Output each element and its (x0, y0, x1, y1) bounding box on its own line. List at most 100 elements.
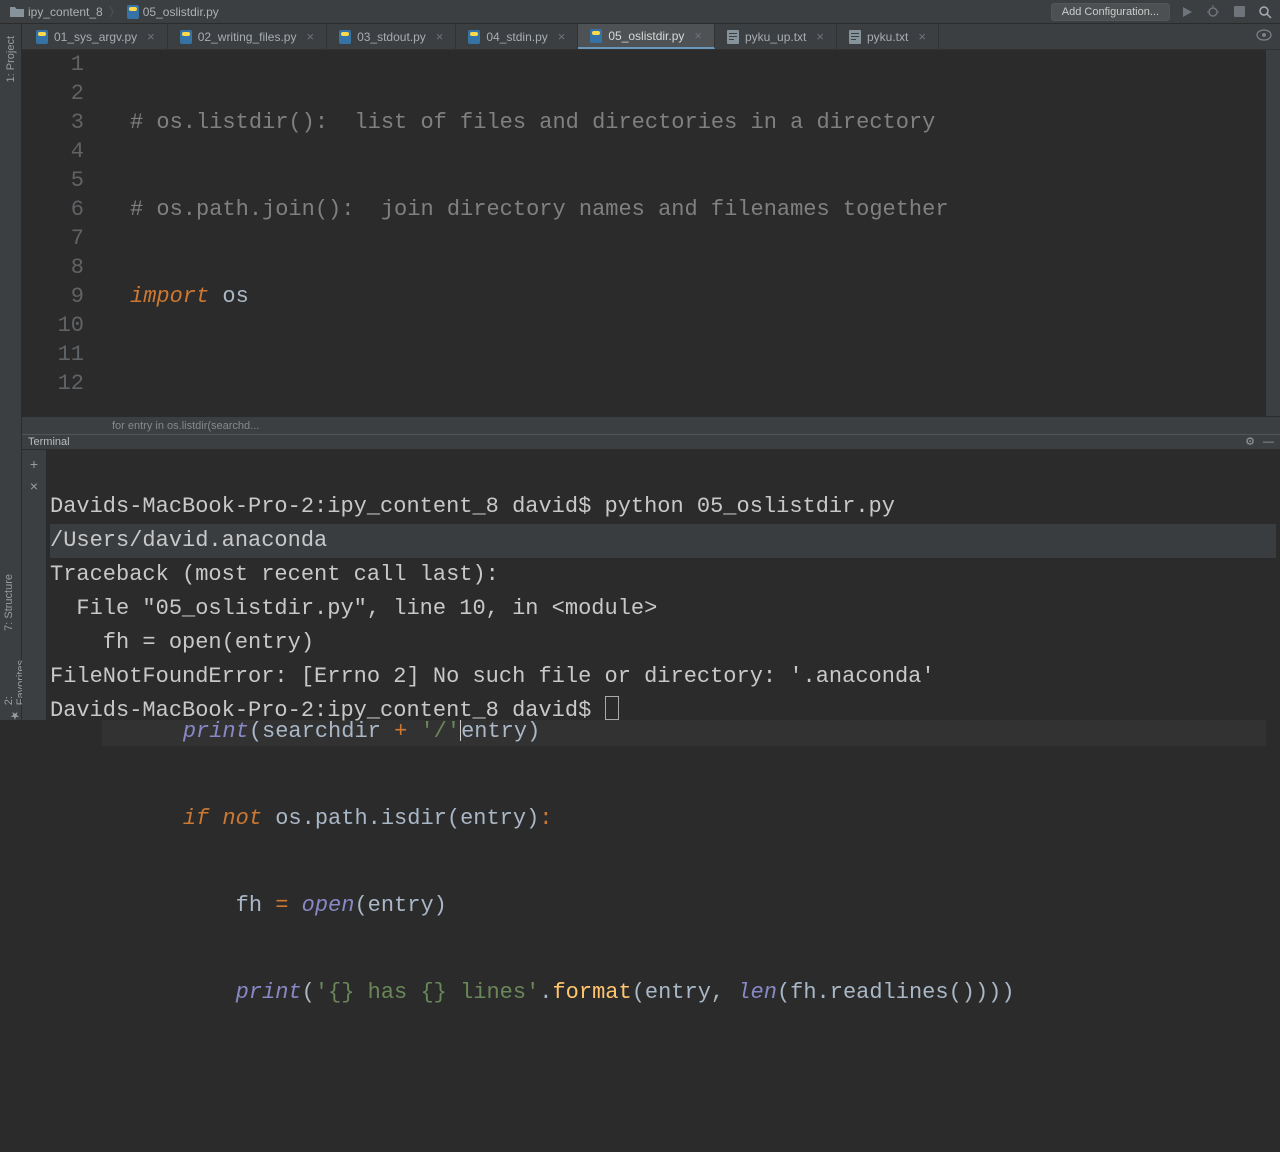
code-text: # os.path.join(): join directory names a… (130, 197, 949, 222)
tab-pyku-up[interactable]: pyku_up.txt × (715, 24, 837, 49)
code-breadcrumb-label: for entry in os.listdir(searchd... (112, 420, 259, 432)
tab-label: 03_stdout.py (357, 30, 426, 44)
code-text: os (209, 284, 249, 309)
code-text: len (737, 980, 777, 1005)
toolwindow-label: 7: Structure (3, 574, 15, 631)
reader-mode-icon[interactable] (1256, 29, 1272, 44)
code-text: print (236, 980, 302, 1005)
tab-05-oslistdir[interactable]: 05_oslistdir.py × (578, 24, 715, 49)
tab-label: 01_sys_argv.py (54, 30, 137, 44)
play-icon (1181, 6, 1193, 18)
code-text: = (275, 893, 301, 918)
code-text: ))) (975, 980, 1015, 1005)
toolwindow-structure[interactable]: 7: Structure (3, 568, 15, 637)
code-text: (fh.readlines() (777, 980, 975, 1005)
terminal-line: /Users/david.anaconda (50, 524, 1276, 558)
stop-button[interactable] (1230, 3, 1248, 21)
tab-03-stdout[interactable]: 03_stdout.py × (327, 24, 456, 49)
code-text: (entry) (354, 893, 446, 918)
terminal-line: Davids-MacBook-Pro-2:ipy_content_8 david… (50, 494, 895, 519)
terminal-side-toolbar: + × (22, 450, 46, 720)
terminal-line: Traceback (most recent call last): (50, 562, 499, 587)
folder-icon (10, 6, 24, 18)
code-area[interactable]: # os.listdir(): list of files and direct… (102, 50, 1266, 416)
code-text: if (183, 806, 209, 831)
terminal-title: Terminal (28, 434, 70, 450)
bug-icon (1206, 5, 1220, 19)
tab-04-stdin[interactable]: 04_stdin.py × (456, 24, 578, 49)
left-tool-strip: 1: Project 7: Structure ★2: Favorites (0, 24, 22, 720)
add-configuration-button[interactable]: Add Configuration... (1051, 3, 1170, 21)
code-text: # os.listdir(): list of files and direct… (130, 110, 935, 135)
python-file-icon (180, 30, 192, 44)
tab-pyku[interactable]: pyku.txt × (837, 24, 939, 49)
tab-label: 04_stdin.py (486, 30, 547, 44)
close-icon[interactable]: × (558, 29, 566, 44)
toolwindow-label: 1: Project (5, 36, 17, 82)
code-text: format (552, 980, 631, 1005)
python-file-icon (339, 30, 351, 44)
tab-label: 02_writing_files.py (198, 30, 297, 44)
breadcrumb-file[interactable]: 05_oslistdir.py (123, 5, 223, 19)
search-button[interactable] (1256, 3, 1274, 21)
stop-icon (1234, 6, 1245, 17)
code-text: os.path.isdir(entry) (262, 806, 539, 831)
code-text: (entry, (632, 980, 738, 1005)
code-text: not (222, 806, 262, 831)
search-icon (1258, 5, 1272, 19)
terminal-line: FileNotFoundError: [Errno 2] No such fil… (50, 664, 935, 689)
terminal-line: File "05_oslistdir.py", line 10, in <mod… (50, 596, 657, 621)
tab-label: 05_oslistdir.py (608, 29, 684, 43)
breadcrumb-file-label: 05_oslistdir.py (143, 5, 219, 19)
text-file-icon (849, 30, 861, 44)
debug-button[interactable] (1204, 3, 1222, 21)
code-text: : (539, 806, 552, 831)
terminal-cursor (605, 696, 619, 720)
code-editor[interactable]: 123456789101112 # os.listdir(): list of … (22, 50, 1280, 416)
code-text: . (539, 980, 552, 1005)
code-text (130, 980, 236, 1005)
close-icon[interactable]: × (147, 29, 155, 44)
code-text (130, 806, 183, 831)
breadcrumb-project-label: ipy_content_8 (28, 5, 103, 19)
python-file-icon (36, 30, 48, 44)
add-configuration-label: Add Configuration... (1062, 6, 1159, 18)
code-text: open (302, 893, 355, 918)
code-text: fh (130, 893, 275, 918)
editor-scrollbar[interactable] (1266, 50, 1280, 416)
breadcrumb-project[interactable]: ipy_content_8 (6, 5, 107, 19)
new-session-icon[interactable]: + (30, 456, 38, 472)
terminal-panel: + × Davids-MacBook-Pro-2:ipy_content_8 d… (22, 450, 1280, 720)
close-icon[interactable]: × (306, 29, 314, 44)
breadcrumb-separator: 〉 (109, 3, 121, 20)
close-icon[interactable]: × (918, 29, 926, 44)
terminal-line: Davids-MacBook-Pro-2:ipy_content_8 david… (50, 698, 605, 723)
settings-icon[interactable]: ⚙ (1245, 434, 1255, 450)
python-file-icon (590, 29, 602, 43)
line-number-gutter: 123456789101112 (22, 50, 102, 416)
terminal-line: fh = open(entry) (50, 630, 314, 655)
run-button[interactable] (1178, 3, 1196, 21)
editor-tabs: 01_sys_argv.py × 02_writing_files.py × 03_… (0, 24, 1280, 50)
code-text: import (130, 284, 209, 309)
text-file-icon (727, 30, 739, 44)
toolwindow-project[interactable]: 1: Project (5, 30, 17, 88)
tab-01-sys-argv[interactable]: 01_sys_argv.py × (24, 24, 168, 49)
close-icon[interactable]: × (694, 28, 702, 43)
close-icon[interactable]: × (816, 29, 824, 44)
navigation-bar: ipy_content_8 〉 05_oslistdir.py Add Conf… (0, 0, 1280, 24)
tab-02-writing-files[interactable]: 02_writing_files.py × (168, 24, 327, 49)
python-file-icon (468, 30, 480, 44)
code-breadcrumb[interactable]: for entry in os.listdir(searchd... (22, 416, 1280, 434)
minimize-icon[interactable]: — (1263, 434, 1274, 450)
tab-label: pyku.txt (867, 30, 908, 44)
terminal-output[interactable]: Davids-MacBook-Pro-2:ipy_content_8 david… (46, 450, 1280, 720)
tab-label: pyku_up.txt (745, 30, 806, 44)
close-icon[interactable]: × (436, 29, 444, 44)
terminal-header[interactable]: Terminal ⚙ — (22, 434, 1280, 450)
python-file-icon (127, 5, 139, 19)
code-text (209, 806, 222, 831)
code-text: ( (302, 980, 315, 1005)
code-text: '{} has {} lines' (315, 980, 539, 1005)
close-session-icon[interactable]: × (30, 478, 38, 494)
